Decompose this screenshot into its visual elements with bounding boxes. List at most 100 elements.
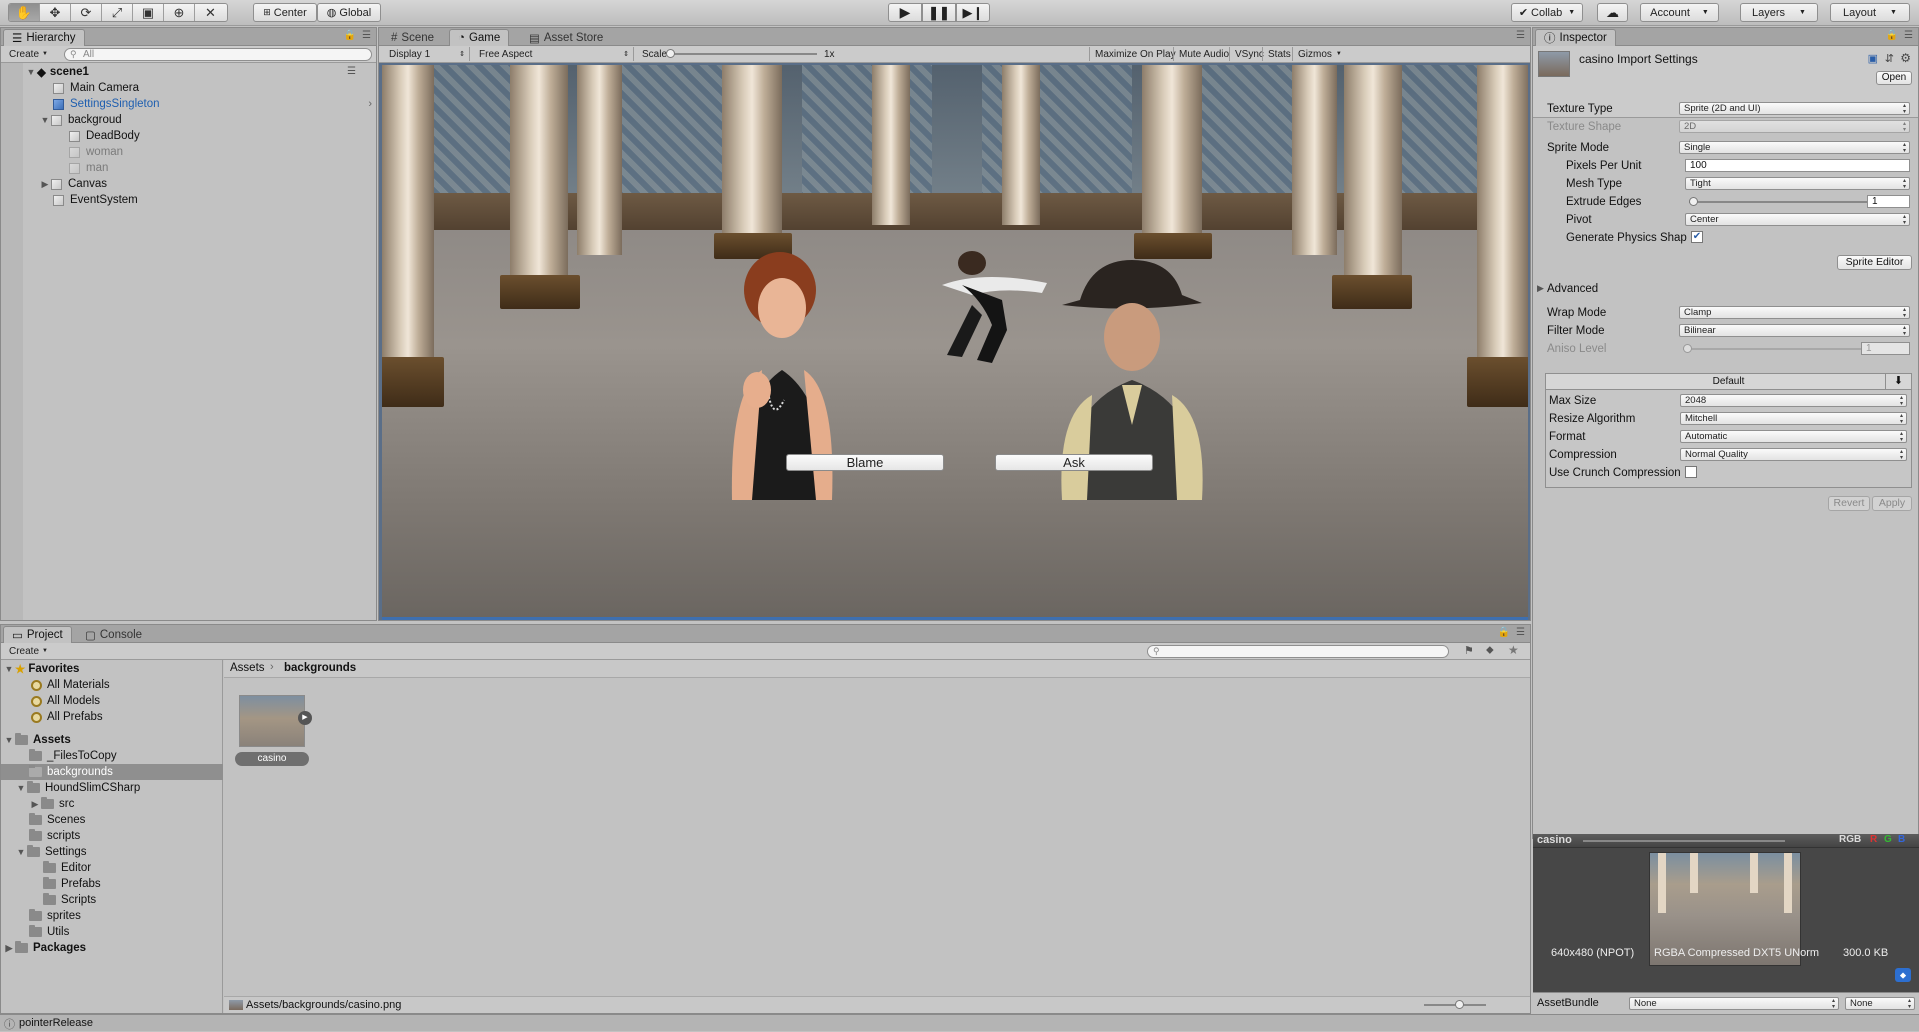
step-button[interactable]: ▶❙ [956, 3, 990, 22]
game-viewport[interactable]: Blame Ask [382, 65, 1528, 617]
gear-icon[interactable]: ⚙ [1900, 51, 1911, 65]
crunch-checkbox[interactable] [1685, 466, 1697, 478]
channel-rgb-toggle[interactable]: RGB [1839, 834, 1861, 845]
icon-size-slider-thumb[interactable] [1455, 1000, 1464, 1009]
transform-tool-icon[interactable]: ⊕ [164, 4, 195, 21]
play-button[interactable]: ▶ [888, 3, 922, 22]
open-button[interactable]: Open [1876, 71, 1912, 85]
scale-slider-thumb[interactable] [666, 49, 675, 58]
asset-label-casino[interactable]: casino [235, 752, 309, 766]
scale-tool-icon[interactable]: ⤢ [102, 4, 133, 21]
folder-settings-scripts[interactable]: Scripts [43, 892, 96, 908]
favorite-all-models[interactable]: All Models [31, 693, 100, 709]
folder-utils[interactable]: Utils [29, 924, 69, 940]
panel-menu-icon[interactable]: ☰ [362, 30, 371, 41]
folder-scripts[interactable]: scripts [29, 828, 80, 844]
extrude-slider-thumb[interactable] [1689, 197, 1698, 206]
extrude-slider-track[interactable] [1689, 201, 1871, 203]
gizmos-dropdown[interactable]: Gizmos ▼ [1292, 47, 1347, 61]
folder-src[interactable]: ▶ src [29, 796, 74, 812]
scale-slider-track[interactable] [671, 53, 817, 55]
label-tag-icon[interactable]: ⬥ [1895, 968, 1911, 982]
sprite-mode-dropdown[interactable]: Single [1679, 141, 1910, 154]
layers-dropdown[interactable]: Layers ▼ [1740, 3, 1818, 22]
assetbundle-variant-dropdown[interactable]: None [1845, 997, 1915, 1010]
ppu-input[interactable]: 100 [1685, 159, 1910, 172]
mute-audio-toggle[interactable]: Mute Audio [1173, 47, 1234, 61]
expand-triangle-icon[interactable]: ▼ [3, 664, 15, 674]
favorite-all-materials[interactable]: All Materials [31, 677, 110, 693]
hierarchy-item-backgroud[interactable]: ▼ backgroud [39, 112, 122, 128]
preset-icon[interactable]: ⇵ [1885, 52, 1894, 65]
project-search-input[interactable]: ⚲ [1147, 645, 1449, 658]
preview-mip-slider[interactable] [1583, 840, 1785, 842]
compression-dropdown[interactable]: Normal Quality [1680, 448, 1907, 461]
expand-triangle-icon[interactable]: ▼ [39, 115, 51, 125]
hierarchy-item-deadbody[interactable]: DeadBody [69, 128, 140, 144]
apply-button[interactable]: Apply [1872, 496, 1912, 511]
folder-settings[interactable]: ▼ Settings [15, 844, 87, 860]
panel-menu-icon[interactable]: ☰ [1516, 30, 1525, 41]
collapsed-triangle-icon[interactable]: ▶ [3, 943, 15, 954]
expand-triangle-icon[interactable]: ▼ [15, 847, 27, 857]
folder-backgrounds[interactable]: backgrounds [29, 764, 113, 780]
collapsed-triangle-icon[interactable]: ▶ [29, 799, 41, 810]
channel-r-toggle[interactable]: R [1870, 834, 1877, 845]
rotate-tool-icon[interactable]: ⟳ [71, 4, 102, 21]
hierarchy-create-button[interactable]: Create ▼ [4, 47, 53, 61]
panel-menu-icon[interactable]: ☰ [1904, 30, 1913, 41]
display-dropdown[interactable]: Display 1 ⇕ [384, 47, 470, 61]
stats-toggle[interactable]: Stats [1262, 47, 1296, 61]
asset-thumbnail-casino[interactable]: ▶ [239, 695, 312, 747]
hierarchy-item-eventsystem[interactable]: EventSystem [53, 192, 138, 208]
tab-game[interactable]: ◔ Game [449, 29, 510, 46]
format-dropdown[interactable]: Automatic [1680, 430, 1907, 443]
folder-filestocopy[interactable]: _FilesToCopy [29, 748, 117, 764]
max-size-dropdown[interactable]: 2048 [1680, 394, 1907, 407]
expand-triangle-icon[interactable]: ▼ [15, 783, 27, 793]
collapsed-triangle-icon[interactable]: ▶ [39, 179, 51, 190]
blame-button[interactable]: Blame [786, 454, 944, 471]
texture-type-dropdown[interactable]: Sprite (2D and UI) [1679, 102, 1910, 115]
maximize-on-play-toggle[interactable]: Maximize On Play [1089, 47, 1181, 61]
star-icon[interactable]: ★ [1508, 643, 1519, 657]
hierarchy-item-main-camera[interactable]: Main Camera [53, 80, 139, 96]
aspect-dropdown[interactable]: Free Aspect ⇕ [474, 47, 634, 61]
extrude-input[interactable]: 1 [1867, 195, 1910, 208]
folder-editor[interactable]: Editor [43, 860, 91, 876]
panel-menu-icon[interactable]: ☰ [1516, 627, 1525, 638]
move-tool-icon[interactable]: ✥ [40, 4, 71, 21]
space-global-button[interactable]: ◍ Global [317, 3, 381, 22]
lock-icon[interactable]: 🔒 [1886, 30, 1898, 41]
folder-houndslimcsharp[interactable]: ▼ HoundSlimCSharp [15, 780, 140, 796]
tab-inspector[interactable]: ⓘ Inspector [1535, 29, 1616, 46]
scene-root[interactable]: ▼ ◆ scene1 [25, 64, 89, 80]
help-book-icon[interactable]: ▣ [1868, 52, 1878, 65]
wrap-dropdown[interactable]: Clamp [1679, 306, 1910, 319]
assetbundle-dropdown[interactable]: None [1629, 997, 1839, 1010]
filter-by-label-icon[interactable]: ⬥ [1486, 644, 1494, 657]
tab-console[interactable]: ▢ Console [77, 626, 150, 643]
advanced-foldout[interactable]: ▶ Advanced [1533, 280, 1918, 297]
lock-icon[interactable]: 🔒 [1498, 627, 1510, 638]
scene-menu-icon[interactable]: ☰ [347, 66, 356, 77]
filter-dropdown[interactable]: Bilinear [1679, 324, 1910, 337]
channel-b-toggle[interactable]: B [1898, 834, 1905, 845]
sprite-editor-button[interactable]: Sprite Editor [1837, 255, 1912, 270]
lock-icon[interactable]: 🔒 [344, 30, 356, 41]
assets-root[interactable]: ▼ Assets [3, 732, 71, 748]
filter-by-type-icon[interactable]: ⚑ [1464, 644, 1474, 657]
platform-tab-default[interactable]: Default [1546, 374, 1911, 390]
tab-scene[interactable]: # Scene [383, 29, 442, 46]
pivot-center-button[interactable]: ⊞ Center [253, 3, 317, 22]
physics-checkbox[interactable]: ✔ [1691, 231, 1703, 243]
hierarchy-item-woman[interactable]: woman [69, 144, 123, 160]
collapsed-triangle-icon[interactable]: ▶ [1537, 283, 1544, 294]
ask-button[interactable]: Ask [995, 454, 1153, 471]
tab-project[interactable]: ▭ Project [3, 626, 72, 643]
project-create-button[interactable]: Create ▼ [4, 644, 53, 658]
custom-tool-icon[interactable]: ✕ [195, 4, 226, 21]
folder-sprites[interactable]: sprites [29, 908, 81, 924]
status-message[interactable]: pointerRelease [19, 1017, 93, 1029]
expand-triangle-icon[interactable]: ▼ [3, 735, 15, 745]
